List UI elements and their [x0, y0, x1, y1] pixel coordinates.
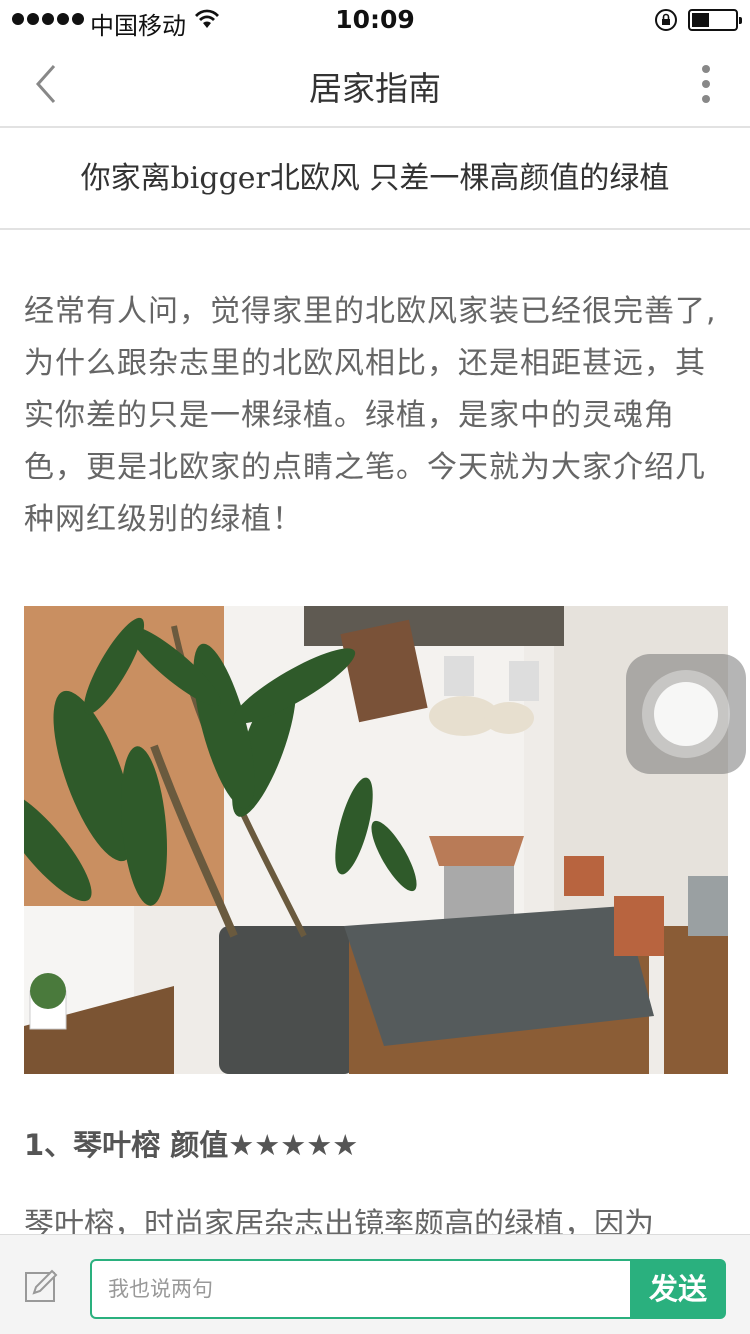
article-intro: 经常有人问，觉得家里的北欧风家装已经很完善了,为什么跟杂志里的北欧风相比，还是相… [24, 294, 717, 537]
assistive-touch-core [654, 682, 718, 746]
article-photo [24, 606, 728, 1074]
more-options-icon[interactable] [690, 60, 722, 108]
status-bar: 中国移动 10:09 [0, 0, 750, 40]
page-title: 居家指南 [309, 69, 441, 108]
comment-input[interactable]: 我也说两句 [90, 1259, 632, 1319]
edit-icon[interactable] [24, 1269, 58, 1303]
article-title: 你家离bigger北欧风 只差一棵高颜值的绿植 [0, 130, 750, 230]
assistive-touch-button[interactable] [626, 654, 746, 774]
send-button[interactable]: 发送 [630, 1259, 726, 1319]
section-heading: 1、琴叶榕 颜值★★★★★ [24, 1128, 359, 1162]
comment-bar: 我也说两句 发送 [0, 1234, 750, 1334]
rotation-lock-icon [655, 9, 677, 31]
nav-bar: 居家指南 [0, 40, 750, 128]
battery-icon [688, 9, 742, 31]
clock: 10:09 [335, 5, 415, 34]
